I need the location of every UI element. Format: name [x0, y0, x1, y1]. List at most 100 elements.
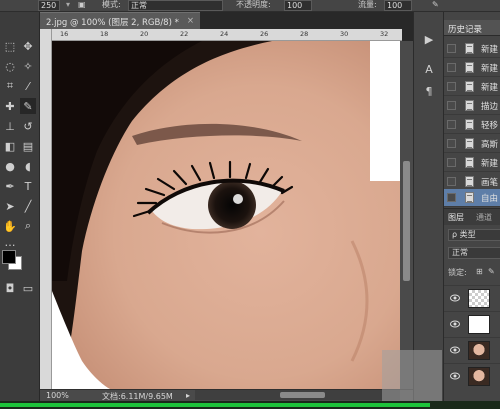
layer-row[interactable]	[444, 285, 500, 310]
pen-tool-icon[interactable]: ✒	[2, 178, 18, 194]
history-checkbox[interactable]	[447, 177, 456, 186]
ruler-tick: 18	[100, 30, 109, 38]
history-item[interactable]: 新建	[444, 154, 500, 172]
history-checkbox[interactable]	[447, 63, 456, 72]
flow-field[interactable]: 100 %	[384, 0, 412, 11]
eraser-tool-icon[interactable]: ◧	[2, 138, 18, 154]
history-brush-icon[interactable]: ↺	[20, 118, 36, 134]
history-item[interactable]: 新建	[444, 59, 500, 77]
history-checkbox[interactable]	[447, 193, 456, 202]
marquee-tool-icon[interactable]: ⬚	[2, 38, 18, 54]
line-tool-icon[interactable]: ╱	[20, 198, 36, 214]
paragraph-panel-icon[interactable]: ¶	[421, 84, 437, 100]
opacity-field[interactable]: 100 %	[284, 0, 312, 11]
history-item-label: 新建	[481, 83, 499, 93]
brush-tool-icon[interactable]: ✎	[20, 98, 36, 114]
screen-mode-icon[interactable]: ▭	[20, 280, 36, 296]
zoom-tool-icon[interactable]: ⌕	[20, 218, 36, 234]
move-tool-icon[interactable]: ✥	[20, 38, 36, 54]
visibility-eye-icon[interactable]	[450, 372, 460, 380]
gradient-tool-icon[interactable]: ▤	[20, 138, 36, 154]
history-item[interactable]: 描边	[444, 97, 500, 115]
history-item-label: 描边	[481, 102, 499, 112]
tab-channels[interactable]: 通道	[476, 212, 492, 223]
visibility-eye-icon[interactable]	[450, 320, 460, 328]
history-item[interactable]: 新建	[444, 78, 500, 96]
horizontal-scrollbar[interactable]	[195, 390, 400, 400]
history-checkbox[interactable]	[447, 101, 456, 110]
document-tab-title: 2.jpg @ 100% (图层 2, RGB/8) *	[46, 18, 179, 28]
history-doc-icon	[465, 119, 474, 130]
character-panel-icon[interactable]: A	[421, 62, 437, 78]
history-checkbox[interactable]	[447, 158, 456, 167]
airbrush-icon[interactable]: ✎	[432, 0, 439, 10]
history-item[interactable]: 高斯	[444, 135, 500, 153]
horizontal-scroll-thumb[interactable]	[280, 392, 325, 398]
more-tools-icon[interactable]: …	[2, 234, 18, 250]
document-tab[interactable]: 2.jpg @ 100% (图层 2, RGB/8) * ×	[40, 12, 200, 29]
vertical-ruler[interactable]	[40, 29, 52, 389]
layer-filter-select[interactable]: ρ 类型	[448, 229, 500, 241]
flow-label: 流量:	[358, 0, 377, 9]
crop-tool-icon[interactable]: ⌗	[2, 78, 18, 94]
mode-select[interactable]: 正常	[128, 0, 223, 11]
play-action-icon[interactable]: ▶	[421, 32, 437, 48]
history-item[interactable]: 新建	[444, 40, 500, 58]
hand-tool-icon[interactable]: ✋	[2, 218, 18, 234]
options-bar: 250 ▾ ▣ 模式: 正常 不透明度: 100 % 流量: 100 % ✎	[0, 0, 500, 12]
vertical-scroll-thumb[interactable]	[403, 161, 410, 281]
layers-panel-tabs: 图层 通道	[444, 209, 500, 225]
taskbar-progress	[0, 403, 430, 407]
stamp-tool-icon[interactable]: ⊥	[2, 118, 18, 134]
layer-row[interactable]	[444, 337, 500, 362]
history-item-label: 轻移	[481, 121, 499, 131]
image-canvas[interactable]	[52, 41, 400, 389]
history-checkbox[interactable]	[447, 120, 456, 129]
visibility-eye-icon[interactable]	[450, 346, 460, 354]
vertical-scrollbar[interactable]	[400, 41, 413, 389]
eyedropper-icon[interactable]: ⁄	[20, 78, 36, 94]
ruler-tick: 22	[180, 30, 189, 38]
blur-tool-icon[interactable]: ●	[2, 158, 18, 174]
visibility-eye-icon[interactable]	[450, 294, 460, 302]
history-panel: 历史记录 新建 新建 新建 描边 轻移 高斯 新建 画笔 自由	[443, 12, 500, 208]
taskbar	[0, 401, 500, 409]
brush-preset-icon[interactable]: ▾	[66, 0, 70, 10]
foreground-color-swatch[interactable]	[2, 250, 16, 264]
ruler-tick: 28	[300, 30, 309, 38]
close-tab-icon[interactable]: ×	[187, 16, 194, 26]
dodge-tool-icon[interactable]: ◖	[20, 158, 36, 174]
lock-transparency-icon[interactable]: ⊞	[476, 267, 483, 276]
layer-thumbnail	[468, 367, 490, 386]
ruler-tick: 26	[260, 30, 269, 38]
brush-panel-icon[interactable]: ▣	[78, 0, 86, 10]
zoom-level[interactable]: 100%	[46, 391, 69, 400]
layers-panel: 图层 通道 ρ 类型 正常 锁定: ⊞ ✎	[443, 208, 500, 401]
history-checkbox[interactable]	[447, 82, 456, 91]
opacity-label: 不透明度:	[236, 0, 271, 9]
ruler-tick: 32	[380, 30, 389, 38]
history-checkbox[interactable]	[447, 44, 456, 53]
horizontal-ruler[interactable]: 16 18 20 22 24 26 28 30 32	[52, 29, 402, 41]
ruler-tick: 16	[60, 30, 69, 38]
ruler-tick: 30	[340, 30, 349, 38]
magic-wand-icon[interactable]: ✧	[20, 58, 36, 74]
brush-size-field[interactable]: 250	[38, 0, 60, 11]
layer-thumbnail	[468, 289, 490, 308]
layer-row[interactable]	[444, 311, 500, 336]
history-panel-tab[interactable]: 历史记录	[444, 20, 500, 36]
history-checkbox[interactable]	[447, 139, 456, 148]
type-tool-icon[interactable]: T	[20, 178, 36, 194]
history-doc-icon	[465, 176, 474, 187]
blend-mode-select[interactable]: 正常	[448, 247, 500, 259]
lasso-tool-icon[interactable]: ◌	[2, 58, 18, 74]
history-item-active[interactable]: 自由	[444, 189, 500, 207]
lock-pixels-icon[interactable]: ✎	[488, 267, 495, 276]
healing-brush-icon[interactable]: ✚	[2, 98, 18, 114]
status-menu-arrow[interactable]: ▸	[186, 391, 190, 400]
tab-layers[interactable]: 图层	[448, 212, 464, 223]
path-select-icon[interactable]: ➤	[2, 198, 18, 214]
quick-mask-icon[interactable]: ◘	[2, 280, 18, 296]
layer-row[interactable]	[444, 363, 500, 388]
history-item[interactable]: 轻移	[444, 116, 500, 134]
